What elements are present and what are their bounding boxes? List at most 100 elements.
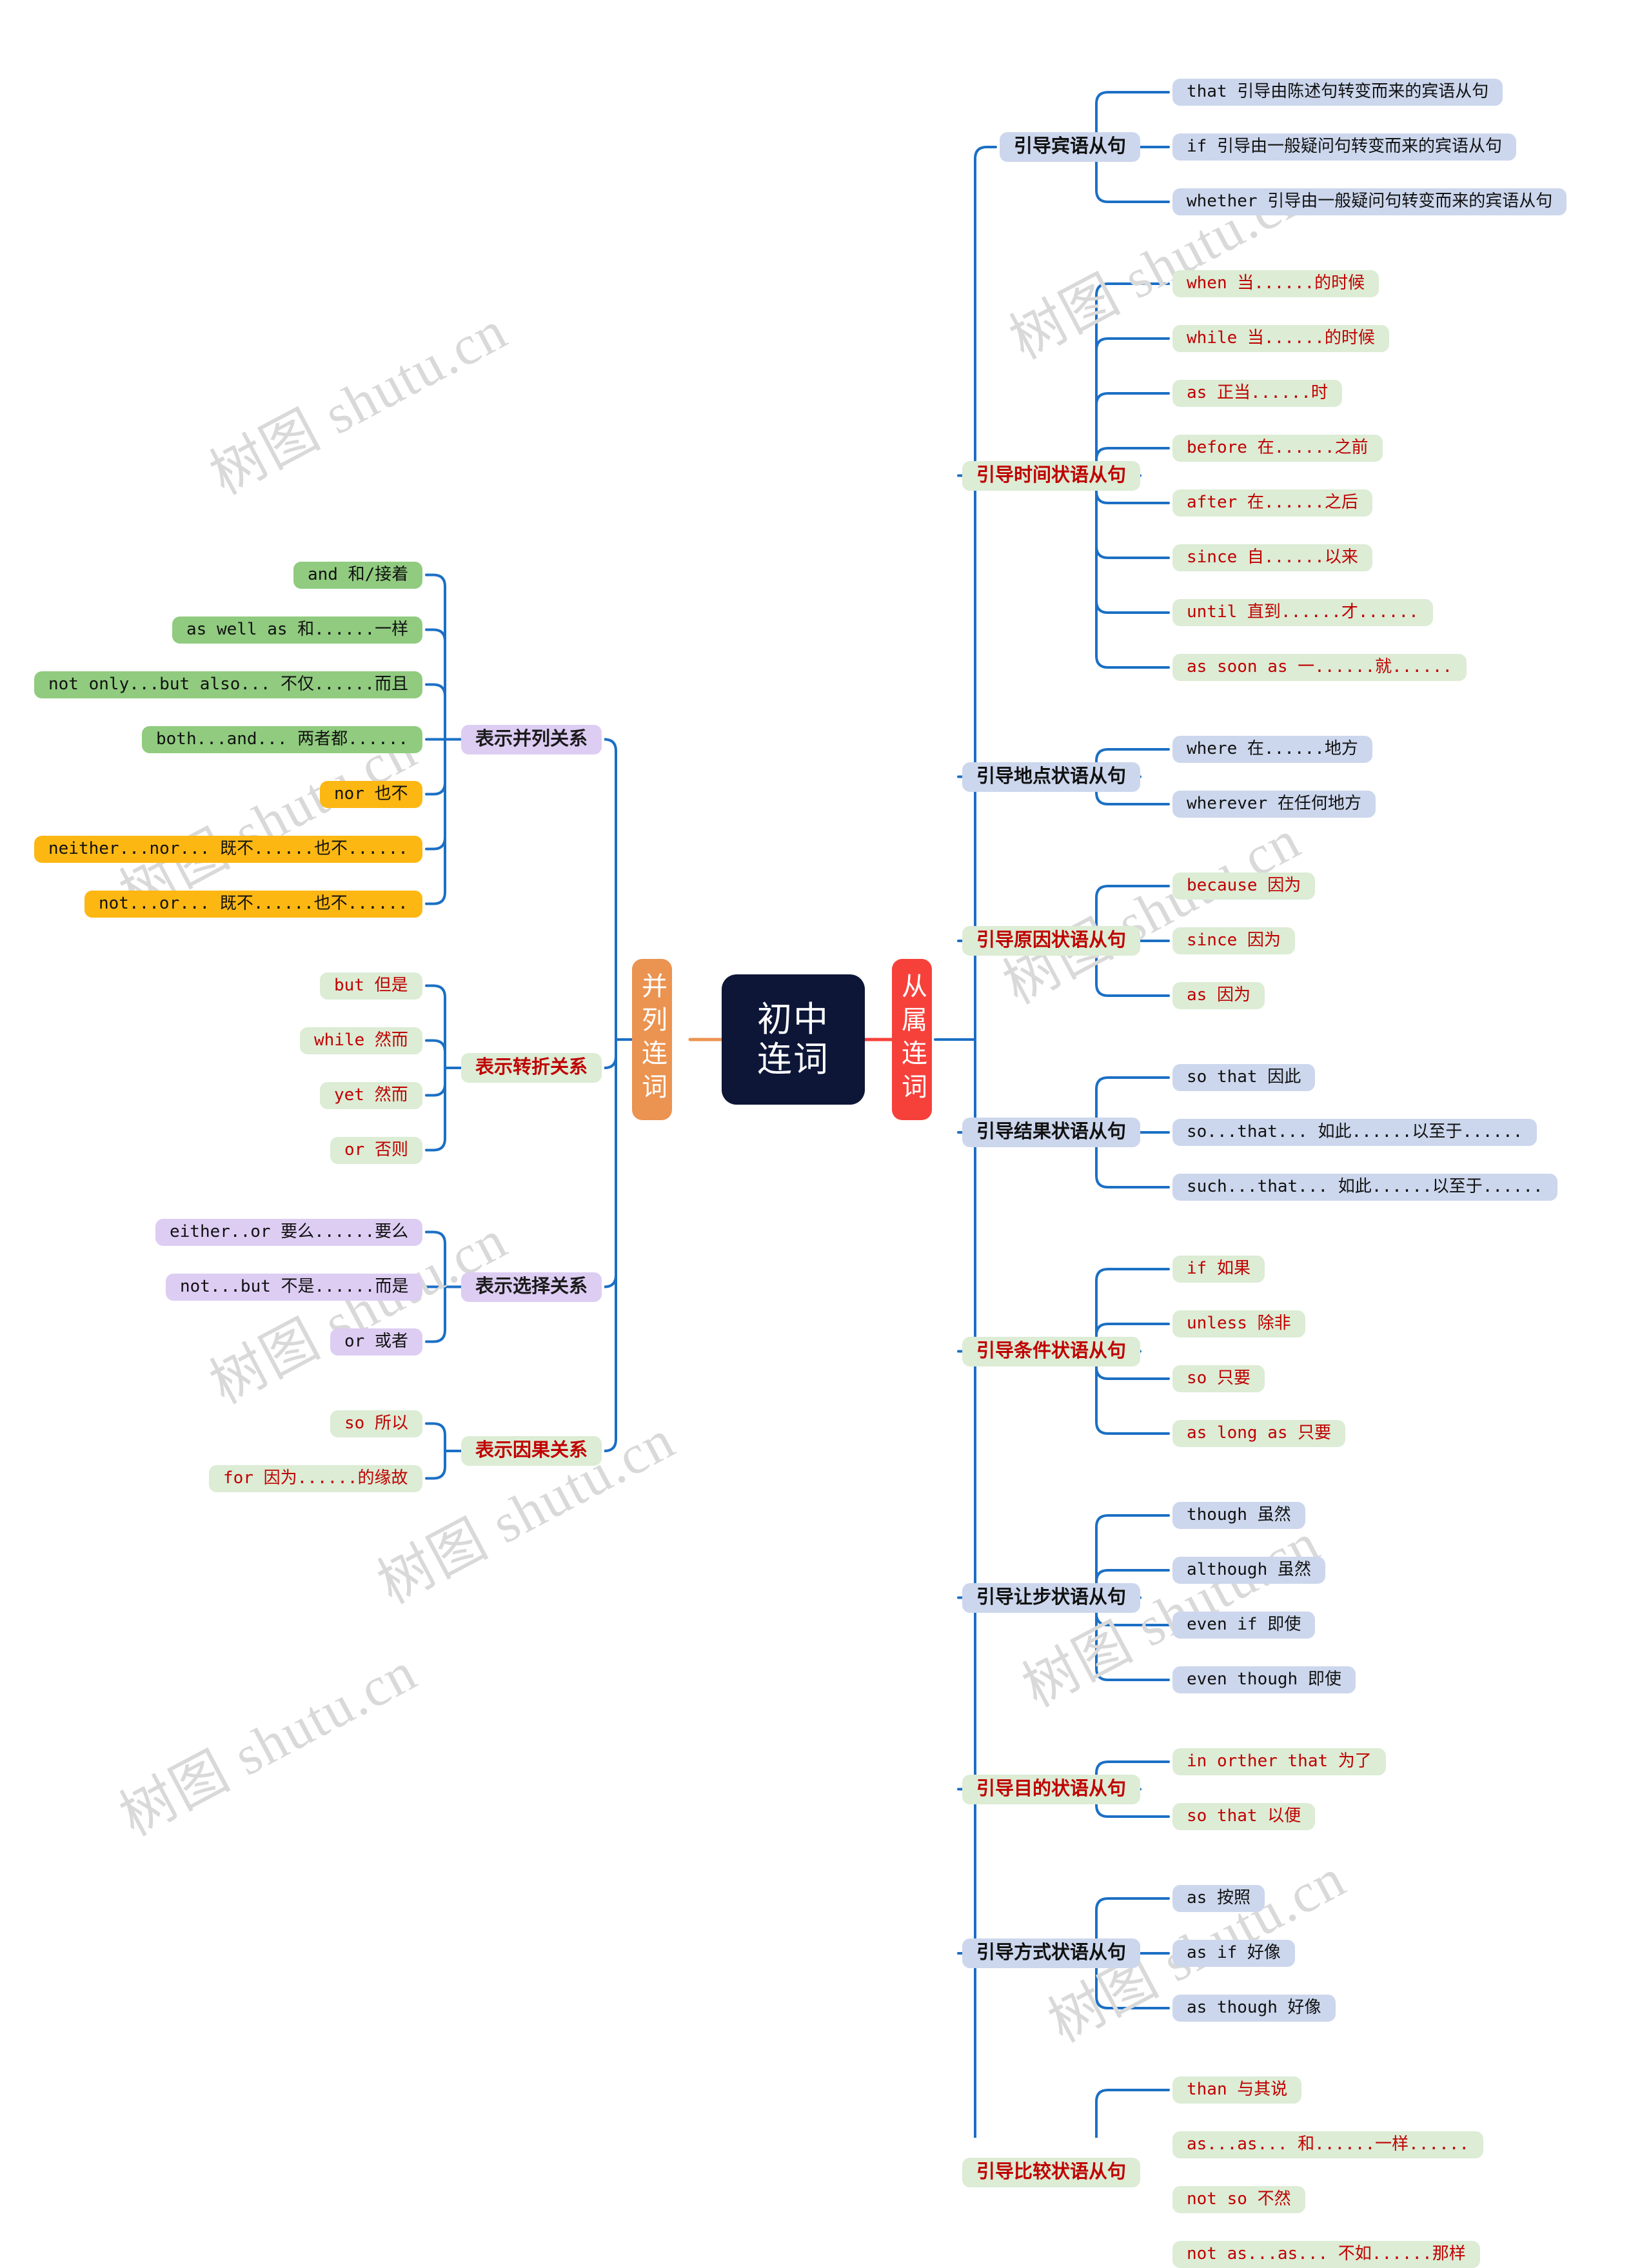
category-node[interactable]: 引导让步状语从句 bbox=[962, 1583, 1141, 1613]
root-node[interactable]: 初中 连词 bbox=[722, 975, 864, 1104]
category-node[interactable]: 引导结果状语从句 bbox=[962, 1118, 1141, 1147]
leaf-node[interactable]: as 按照 bbox=[1172, 1885, 1265, 1912]
leaf-node-label: either..or 要么......要么 bbox=[170, 1221, 409, 1241]
leaf-node-label: so that 以便 bbox=[1187, 1806, 1301, 1826]
leaf-node[interactable]: after 在......之后 bbox=[1172, 489, 1372, 517]
category-node[interactable]: 引导目的状语从句 bbox=[962, 1774, 1141, 1804]
category-node[interactable]: 引导方式状语从句 bbox=[962, 1938, 1141, 1968]
leaf-node[interactable]: than 与其说 bbox=[1172, 2076, 1302, 2104]
leaf-node[interactable]: such...that... 如此......以至于...... bbox=[1172, 1174, 1557, 1201]
leaf-node[interactable]: since 因为 bbox=[1172, 927, 1295, 954]
leaf-node-label: but 但是 bbox=[334, 975, 408, 995]
leaf-node[interactable]: whether 引导由一般疑问句转变而来的宾语从句 bbox=[1172, 188, 1567, 215]
leaf-node[interactable]: as though 好像 bbox=[1172, 1995, 1336, 2022]
leaf-node[interactable]: either..or 要么......要么 bbox=[155, 1218, 423, 1246]
leaf-node[interactable]: nor 也不 bbox=[320, 780, 422, 808]
leaf-node[interactable]: so that 因此 bbox=[1172, 1064, 1316, 1091]
leaf-node-label: as...as... 和......一样...... bbox=[1187, 2135, 1470, 2155]
leaf-node[interactable]: even if 即使 bbox=[1172, 1612, 1316, 1639]
category-node[interactable]: 表示因果关系 bbox=[461, 1436, 602, 1466]
leaf-node-label: because 因为 bbox=[1187, 876, 1301, 896]
leaf-node-label: while 当......的时候 bbox=[1187, 328, 1375, 348]
leaf-node-label: not as...as... 不如......那样 bbox=[1187, 2244, 1466, 2264]
leaf-node[interactable]: for 因为......的缘故 bbox=[209, 1464, 422, 1492]
category-node[interactable]: 引导条件状语从句 bbox=[962, 1336, 1141, 1366]
leaf-node-label: since 因为 bbox=[1187, 931, 1281, 951]
leaf-node-label: that 引导由陈述句转变而来的宾语从句 bbox=[1187, 82, 1489, 102]
leaf-node[interactable]: if 引导由一般疑问句转变而来的宾语从句 bbox=[1172, 133, 1516, 161]
leaf-node-label: if 如果 bbox=[1187, 1259, 1251, 1279]
leaf-node[interactable]: if 如果 bbox=[1172, 1256, 1265, 1283]
category-node[interactable]: 引导比较状语从句 bbox=[962, 2157, 1141, 2187]
leaf-node[interactable]: that 引导由陈述句转变而来的宾语从句 bbox=[1172, 79, 1503, 106]
leaf-node-label: until 直到......才...... bbox=[1187, 602, 1419, 622]
leaf-node-label: for 因为......的缘故 bbox=[223, 1468, 408, 1488]
leaf-node-label: or 或者 bbox=[344, 1331, 408, 1351]
leaf-node-label: wherever 在任何地方 bbox=[1187, 794, 1361, 814]
leaf-node[interactable]: not as...as... 不如......那样 bbox=[1172, 2241, 1480, 2268]
leaf-node-label: as 正当......时 bbox=[1187, 383, 1328, 403]
leaf-node[interactable]: yet 然而 bbox=[320, 1081, 422, 1109]
leaf-node-label: so that 因此 bbox=[1187, 1067, 1301, 1087]
leaf-node[interactable]: until 直到......才...... bbox=[1172, 599, 1433, 626]
leaf-node[interactable]: as if 好像 bbox=[1172, 1940, 1295, 1967]
leaf-node[interactable]: where 在......地方 bbox=[1172, 736, 1372, 763]
category-node-label: 表示因果关系 bbox=[475, 1440, 588, 1461]
leaf-node-label: even if 即使 bbox=[1187, 1615, 1301, 1635]
leaf-node[interactable]: in orther that 为了 bbox=[1172, 1748, 1386, 1775]
leaf-node[interactable]: or 否则 bbox=[330, 1136, 422, 1164]
category-node[interactable]: 表示选择关系 bbox=[461, 1272, 602, 1302]
leaf-node-label: so 所以 bbox=[344, 1413, 408, 1433]
category-node[interactable]: 表示转折关系 bbox=[461, 1053, 602, 1083]
leaf-node[interactable]: and 和/接着 bbox=[293, 561, 423, 589]
coordinating-conjunction-node-label: 并列连词 bbox=[638, 972, 667, 1107]
category-node[interactable]: 引导宾语从句 bbox=[1000, 132, 1141, 162]
leaf-node[interactable]: but 但是 bbox=[320, 972, 422, 1000]
leaf-node[interactable]: so...that... 如此......以至于...... bbox=[1172, 1119, 1537, 1146]
leaf-node[interactable]: before 在......之前 bbox=[1172, 435, 1383, 462]
category-node[interactable]: 引导地点状语从句 bbox=[962, 762, 1141, 792]
leaf-node[interactable]: as 正当......时 bbox=[1172, 380, 1342, 407]
leaf-node[interactable]: neither...nor... 既不......也不...... bbox=[34, 835, 422, 863]
leaf-node-label: as long as 只要 bbox=[1187, 1423, 1332, 1443]
leaf-node[interactable]: so 只要 bbox=[1172, 1365, 1265, 1392]
leaf-node[interactable]: while 当......的时候 bbox=[1172, 325, 1389, 352]
leaf-node[interactable]: although 虽然 bbox=[1172, 1557, 1325, 1584]
category-node[interactable]: 表示并列关系 bbox=[461, 724, 602, 754]
leaf-node[interactable]: not...or... 既不......也不...... bbox=[84, 890, 422, 918]
leaf-node[interactable]: so that 以便 bbox=[1172, 1803, 1316, 1830]
leaf-node[interactable]: while 然而 bbox=[300, 1027, 422, 1054]
leaf-node[interactable]: not so 不然 bbox=[1172, 2186, 1305, 2213]
leaf-node[interactable]: so 所以 bbox=[330, 1410, 422, 1437]
root-line-1: 初中 bbox=[757, 1000, 829, 1039]
subordinating-conjunction-node[interactable]: 从属连词 bbox=[892, 959, 932, 1120]
leaf-node[interactable]: as 因为 bbox=[1172, 982, 1265, 1009]
leaf-node-label: yet 然而 bbox=[334, 1085, 408, 1105]
leaf-node[interactable]: both...and... 两者都...... bbox=[142, 725, 423, 753]
leaf-node[interactable]: as well as 和......一样 bbox=[172, 616, 423, 644]
leaf-node[interactable]: even though 即使 bbox=[1172, 1666, 1356, 1693]
leaf-node[interactable]: wherever 在任何地方 bbox=[1172, 791, 1376, 818]
leaf-node-label: as if 好像 bbox=[1187, 1943, 1281, 1963]
leaf-node-label: though 虽然 bbox=[1187, 1505, 1291, 1525]
leaf-node[interactable]: or 或者 bbox=[330, 1328, 422, 1356]
leaf-node-label: as well as 和......一样 bbox=[186, 619, 409, 639]
coordinating-conjunction-node[interactable]: 并列连词 bbox=[632, 959, 672, 1120]
leaf-node-label: or 否则 bbox=[344, 1139, 408, 1159]
leaf-node[interactable]: as...as... 和......一样...... bbox=[1172, 2131, 1484, 2158]
leaf-node[interactable]: though 虽然 bbox=[1172, 1502, 1305, 1529]
leaf-node[interactable]: as soon as 一......就...... bbox=[1172, 654, 1467, 681]
leaf-node[interactable]: when 当......的时候 bbox=[1172, 270, 1379, 297]
leaf-node-label: as soon as 一......就...... bbox=[1187, 657, 1453, 677]
leaf-node[interactable]: because 因为 bbox=[1172, 873, 1316, 900]
category-node[interactable]: 引导原因状语从句 bbox=[962, 926, 1141, 956]
leaf-node[interactable]: not only...but also... 不仅......而且 bbox=[34, 671, 422, 698]
leaf-node-label: in orther that 为了 bbox=[1187, 1751, 1372, 1771]
leaf-node-label: as 因为 bbox=[1187, 985, 1251, 1005]
leaf-node[interactable]: as long as 只要 bbox=[1172, 1420, 1346, 1447]
leaf-node[interactable]: unless 除非 bbox=[1172, 1310, 1305, 1337]
category-node[interactable]: 引导时间状语从句 bbox=[962, 460, 1141, 491]
leaf-node[interactable]: since 自......以来 bbox=[1172, 544, 1372, 571]
leaf-node-label: so 只要 bbox=[1187, 1368, 1251, 1388]
leaf-node[interactable]: not...but 不是......而是 bbox=[166, 1273, 423, 1301]
